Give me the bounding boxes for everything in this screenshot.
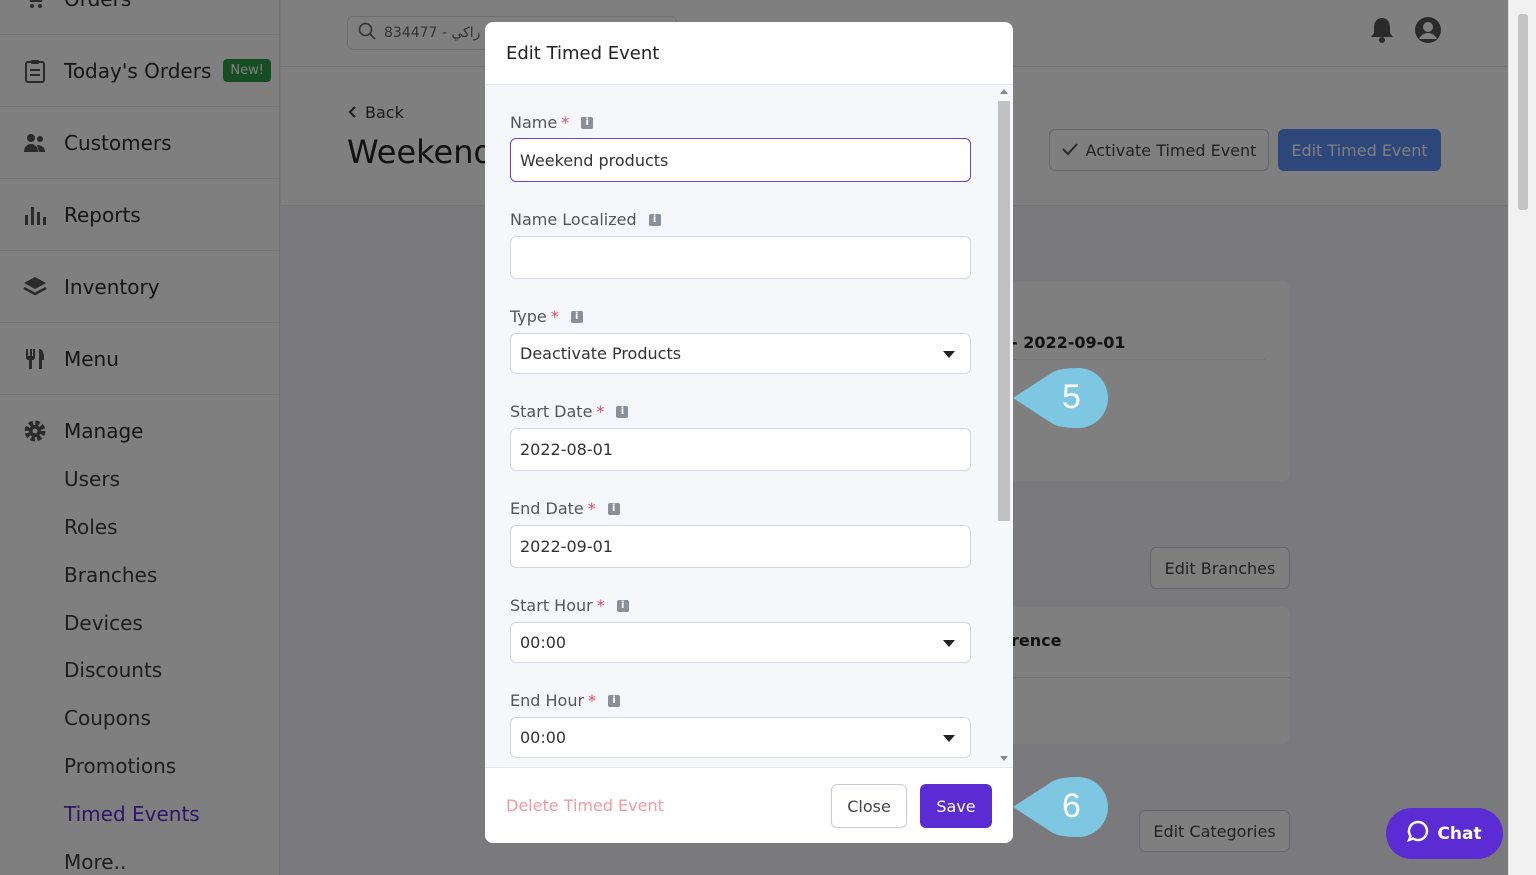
end-date-input[interactable] — [510, 525, 971, 568]
required-mark: * — [588, 691, 597, 710]
scrollbar-thumb[interactable] — [1518, 14, 1528, 210]
required-mark: * — [596, 596, 605, 615]
delete-timed-event-link[interactable]: Delete Timed Event — [506, 796, 664, 815]
start-date-label-text: Start Date — [510, 402, 593, 421]
callout-number: 6 — [1062, 787, 1081, 825]
chat-label: Chat — [1437, 823, 1482, 844]
end-hour-label-text: End Hour — [510, 691, 585, 710]
info-icon[interactable]: i — [581, 116, 594, 129]
name-localized-label-text: Name Localized — [510, 210, 637, 229]
type-select[interactable]: Deactivate Products — [510, 333, 971, 374]
callout-number: 5 — [1062, 378, 1081, 416]
modal-body: Name * i Name Localized i Type * i Deact… — [485, 85, 1013, 767]
save-button[interactable]: Save — [920, 784, 992, 828]
info-icon[interactable]: i — [608, 694, 621, 707]
required-mark: * — [550, 307, 559, 326]
modal-footer: Delete Timed Event Close Save — [485, 767, 1013, 843]
callout-pointer-icon — [1013, 777, 1108, 837]
name-input[interactable] — [510, 138, 971, 182]
end-date-label-text: End Date — [510, 499, 584, 518]
caret-down-icon — [943, 351, 955, 358]
info-icon[interactable]: i — [570, 310, 583, 323]
type-value: Deactivate Products — [520, 344, 682, 363]
modal-title: Edit Timed Event — [485, 22, 1013, 85]
required-mark: * — [596, 402, 605, 421]
end-hour-select[interactable]: 00:00 — [510, 717, 971, 758]
caret-down-icon — [943, 735, 955, 742]
name-localized-input[interactable] — [510, 236, 971, 279]
start-hour-select[interactable]: 00:00 — [510, 622, 971, 663]
start-date-input[interactable] — [510, 428, 971, 471]
end-date-label: End Date * i — [510, 499, 620, 518]
info-icon[interactable]: i — [616, 599, 629, 612]
required-mark: * — [561, 113, 570, 132]
required-mark: * — [587, 499, 596, 518]
window-scrollbar[interactable] — [1508, 0, 1536, 875]
name-localized-label: Name Localized i — [510, 210, 661, 229]
modal-scrollbar-thumb[interactable] — [998, 101, 1010, 521]
name-label-text: Name — [510, 113, 558, 132]
close-button[interactable]: Close — [831, 784, 907, 828]
start-date-label: Start Date * i — [510, 402, 629, 421]
info-icon[interactable]: i — [648, 213, 661, 226]
modal-scrollbar[interactable] — [995, 85, 1013, 767]
start-hour-label-text: Start Hour — [510, 596, 593, 615]
info-icon[interactable]: i — [616, 405, 629, 418]
type-label: Type * i — [510, 307, 583, 326]
type-label-text: Type — [510, 307, 547, 326]
chat-bubble-icon — [1407, 820, 1429, 847]
caret-down-icon — [943, 640, 955, 647]
callout-pointer-icon — [1013, 368, 1108, 428]
scroll-up-arrow-icon[interactable] — [1000, 89, 1008, 94]
start-hour-label: Start Hour * i — [510, 596, 629, 615]
step-callout-6: 6 — [1013, 777, 1108, 837]
end-hour-label: End Hour * i — [510, 691, 621, 710]
start-hour-value: 00:00 — [520, 633, 567, 652]
info-icon[interactable]: i — [607, 502, 620, 515]
chat-button[interactable]: Chat — [1386, 808, 1503, 859]
scroll-down-arrow-icon[interactable] — [1000, 756, 1008, 761]
edit-timed-event-modal: Edit Timed Event Name * i Name Localized… — [485, 22, 1013, 843]
end-hour-value: 00:00 — [520, 728, 567, 747]
step-callout-5: 5 — [1013, 368, 1108, 428]
name-label: Name * i — [510, 113, 594, 132]
